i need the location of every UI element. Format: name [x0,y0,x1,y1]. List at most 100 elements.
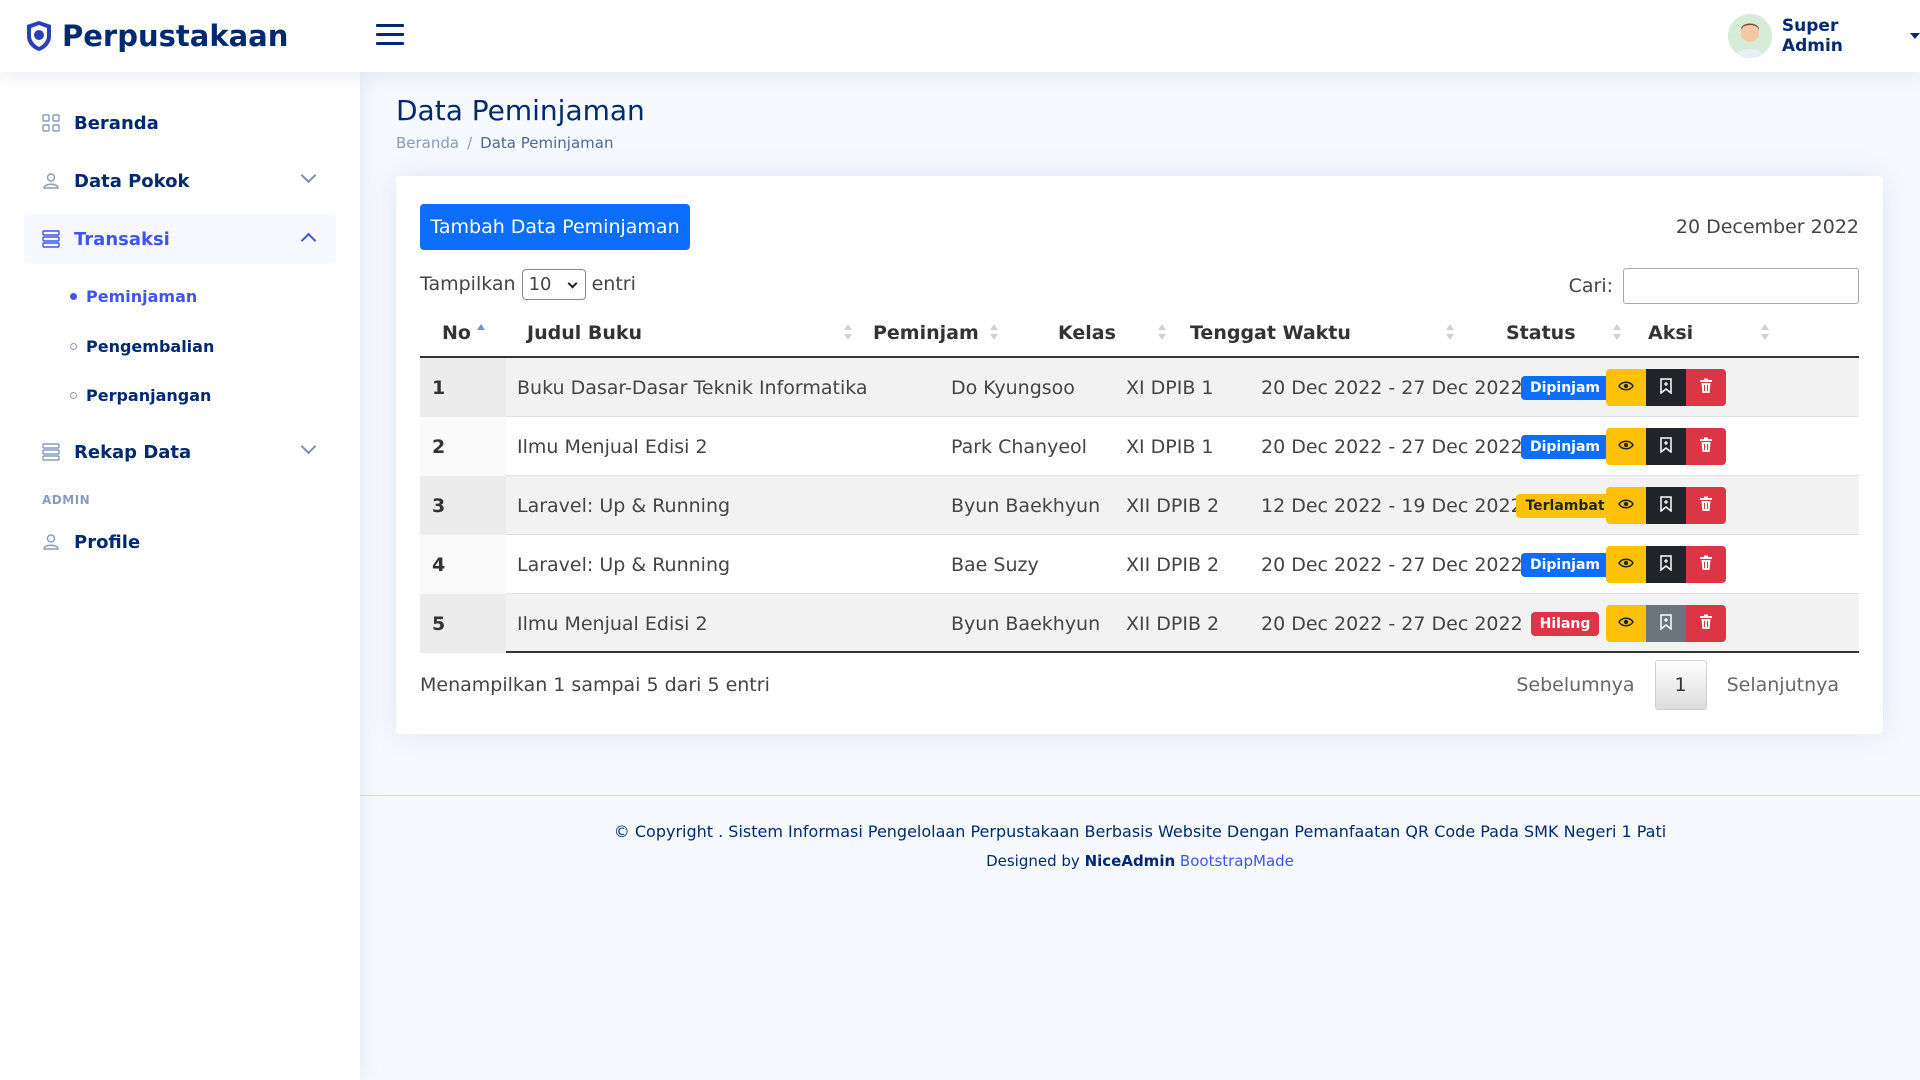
sort-icon [1446,324,1454,342]
sidebar-item-beranda[interactable]: Beranda [24,98,336,148]
bookmark-icon [1659,436,1673,457]
page-title: Data Peminjaman [396,94,645,127]
column-header-tenggat[interactable]: Tenggat Waktu [1190,308,1460,358]
loans-table: No Judul Buku Peminjam Kelas Tenggat Wak… [420,308,1859,653]
cell-peminjam: Do Kyungsoo [951,376,1075,399]
breadcrumb-home-link[interactable]: Beranda [396,134,459,152]
sidebar-item-rekap-data[interactable]: Rekap Data [24,427,336,477]
sidebar-subitem-pengembalian[interactable]: Pengembalian [70,331,214,361]
circle-icon [70,342,77,350]
sidebar-subitem-peminjaman[interactable]: Peminjaman [70,281,197,311]
bookmark-button[interactable] [1646,605,1686,642]
user-menu[interactable]: Super Admin [1728,14,1920,58]
table-row: 4 Laravel: Up & Running Bae Suzy XII DPIB 2… [420,535,1859,594]
entries-select-value: 10 [528,273,552,295]
table-row: 5 Ilmu Menjual Edisi 2 Byun Baekhyun XII DP… [420,594,1859,653]
cell-no: 2 [420,417,506,476]
status-badge: Dipinjam [1520,434,1610,459]
status-badge: Dipinjam [1520,375,1610,400]
sort-icon [990,324,998,342]
add-loan-button[interactable]: Tambah Data Peminjaman [420,204,690,250]
bookmark-button[interactable] [1646,369,1686,406]
cell-tenggat: 20 Dec 2022 - 27 Dec 2022 [1261,376,1523,399]
cell-no: 5 [420,594,506,653]
eye-icon [1618,437,1634,457]
cell-tenggat: 20 Dec 2022 - 27 Dec 2022 [1261,435,1523,458]
cell-kelas: XII DPIB 2 [1126,494,1220,517]
delete-button[interactable] [1686,369,1726,406]
bookmark-icon [1659,495,1673,516]
sort-ascending-icon [477,324,485,342]
table-body: 1 Buku Dasar-Dasar Teknik Informatika Do K… [420,358,1859,653]
view-button[interactable] [1606,605,1646,642]
search-input[interactable] [1623,268,1859,304]
sort-icon [1613,324,1621,342]
cell-kelas: XI DPIB 1 [1126,376,1214,399]
cell-tenggat: 20 Dec 2022 - 27 Dec 2022 [1261,553,1523,576]
cell-judul: Laravel: Up & Running [517,494,731,517]
column-header-peminjam[interactable]: Peminjam [873,308,1003,358]
bookmark-icon [1659,554,1673,575]
delete-button[interactable] [1686,546,1726,583]
logo[interactable]: Perpustakaan [26,16,288,56]
pagination-page-current[interactable]: 1 [1654,660,1707,710]
column-header-aksi[interactable]: Aksi [1648,308,1769,358]
search-label: Cari: [1568,275,1613,297]
sidebar-item-data-pokok[interactable]: Data Pokok [24,156,336,206]
sidebar-item-label: Beranda [74,112,159,134]
trash-icon [1699,496,1713,516]
view-button[interactable] [1606,428,1646,465]
cell-judul: Ilmu Menjual Edisi 2 [517,612,708,635]
cell-peminjam: Byun Baekhyun [951,494,1101,517]
pagination-previous[interactable]: Sebelumnya [1496,674,1654,696]
column-header-status[interactable]: Status [1506,308,1626,358]
cell-judul: Buku Dasar-Dasar Teknik Informatika [517,376,868,399]
eye-icon [1618,614,1634,634]
trash-icon [1699,614,1713,634]
breadcrumb-separator: / [467,134,473,152]
search-control: Cari: [1569,268,1859,304]
pagination: Sebelumnya 1 Selanjutnya [1496,660,1859,710]
sidebar-item-label: Transaksi [74,228,170,250]
hamburger-menu-icon[interactable] [376,23,404,47]
view-button[interactable] [1606,487,1646,524]
eye-icon [1618,378,1634,398]
bookmark-button[interactable] [1646,428,1686,465]
delete-button[interactable] [1686,605,1726,642]
circle-icon [70,292,77,300]
bookmark-button[interactable] [1646,487,1686,524]
sidebar-item-label: Rekap Data [74,441,192,463]
footer-bootstrapmade-link[interactable]: BootstrapMade [1180,852,1294,870]
status-badge: Hilang [1530,611,1600,636]
pagination-next[interactable]: Selanjutnya [1707,674,1859,696]
header: Perpustakaan Super Admin [0,0,1920,72]
chevron-down-icon [567,278,578,288]
cell-judul: Ilmu Menjual Edisi 2 [517,435,708,458]
column-header-judul[interactable]: Judul Buku [527,308,867,358]
entries-length-control: Tampilkan 10 entri [420,268,636,300]
cell-kelas: XI DPIB 1 [1126,435,1214,458]
status-badge: Dipinjam [1520,552,1610,577]
current-date: 20 December 2022 [1675,216,1859,238]
view-button[interactable] [1606,369,1646,406]
sidebar-heading: ADMIN [42,493,91,507]
sidebar-subitem-perpanjangan[interactable]: Perpanjangan [70,380,211,410]
column-header-no[interactable]: No [442,308,502,358]
delete-button[interactable] [1686,428,1726,465]
avatar [1728,14,1772,58]
app-title: Perpustakaan [62,19,289,53]
column-header-kelas[interactable]: Kelas [1058,308,1166,358]
sidebar-item-profile[interactable]: Profile [24,517,336,567]
table-info: Menampilkan 1 sampai 5 dari 5 entri [420,674,770,696]
cell-no: 3 [420,476,506,535]
bookmark-button[interactable] [1646,546,1686,583]
table-row: 2 Ilmu Menjual Edisi 2 Park Chanyeol XI DPI… [420,417,1859,476]
sort-icon [844,324,852,342]
grid-icon [42,114,60,132]
entries-select[interactable]: 10 [521,268,586,300]
eye-icon [1618,555,1634,575]
view-button[interactable] [1606,546,1646,583]
sidebar-item-transaksi[interactable]: Transaksi [24,214,336,264]
delete-button[interactable] [1686,487,1726,524]
trash-icon [1699,555,1713,575]
